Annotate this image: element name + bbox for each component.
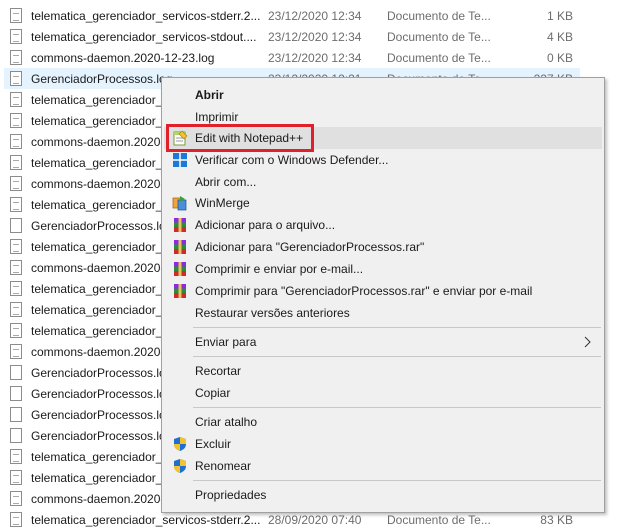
menu-item-windows-defender-label: Verificar com o Windows Defender... — [195, 153, 389, 167]
menu-item-send-to-label: Enviar para — [195, 335, 257, 349]
file-icon — [10, 239, 22, 254]
winrar-icon — [174, 240, 186, 254]
file-type: Documento de Te... — [387, 29, 491, 44]
menu-item-send-to[interactable]: Enviar para — [164, 331, 602, 353]
file-icon — [10, 113, 22, 128]
file-icon — [10, 428, 22, 443]
file-type: Documento de Te... — [387, 50, 491, 65]
winmerge-icon — [172, 196, 187, 211]
menu-item-compress-email[interactable]: Comprimir e enviar por e-mail... — [164, 258, 602, 280]
file-date: 23/12/2020 12:34 — [268, 50, 362, 65]
menu-item-properties[interactable]: Propriedades — [164, 484, 602, 506]
file-icon — [10, 29, 22, 44]
menu-item-add-rar-label: Adicionar para "GerenciadorProcessos.rar… — [195, 240, 425, 254]
file-icon — [10, 197, 22, 212]
menu-separator — [193, 327, 601, 328]
menu-item-winmerge[interactable]: WinMerge — [164, 192, 602, 214]
file-row[interactable]: commons-daemon.2020-12-23.log 23/12/2020 … — [4, 47, 580, 68]
windows-defender-icon — [173, 153, 187, 167]
menu-item-delete-label: Excluir — [195, 437, 232, 451]
file-icon — [10, 134, 22, 149]
menu-item-add-archive-label: Adicionar para o arquivo... — [195, 218, 336, 232]
file-date: 23/12/2020 12:34 — [268, 8, 362, 23]
file-name: telematica_gerenciador_servicos-stderr.2… — [31, 8, 261, 23]
file-row[interactable]: telematica_gerenciador_servicos-stderr.2… — [4, 5, 580, 26]
file-size: 83 KB — [540, 512, 573, 527]
chevron-right-icon — [584, 336, 591, 348]
menu-item-cut-label: Recortar — [195, 364, 242, 378]
file-icon — [10, 218, 22, 233]
file-icon — [10, 8, 22, 23]
menu-item-cut[interactable]: Recortar — [164, 360, 602, 382]
file-icon — [10, 302, 22, 317]
highlight-annotation-box — [166, 124, 314, 152]
file-size: 1 KB — [546, 8, 573, 23]
file-row[interactable]: telematica_gerenciador_servicos-stdout..… — [4, 26, 580, 47]
file-icon — [10, 50, 22, 65]
file-name: telematica_gerenciador_servicos-stdout..… — [31, 29, 257, 44]
file-icon — [10, 176, 22, 191]
menu-item-copy-label: Copiar — [195, 386, 231, 400]
menu-item-open-label: Abrir — [195, 88, 224, 102]
file-size: 4 KB — [546, 29, 573, 44]
menu-item-create-shortcut-label: Criar atalho — [195, 415, 258, 429]
menu-item-restore-versions[interactable]: Restaurar versões anteriores — [164, 302, 602, 324]
menu-separator — [193, 480, 601, 481]
menu-item-add-rar[interactable]: Adicionar para "GerenciadorProcessos.rar… — [164, 236, 602, 258]
menu-item-compress-rar-email[interactable]: Comprimir para "GerenciadorProcessos.rar… — [164, 280, 602, 302]
file-size: 0 KB — [546, 50, 573, 65]
menu-item-print-label: Imprimir — [195, 110, 239, 124]
menu-item-winmerge-label: WinMerge — [195, 196, 250, 210]
file-icon — [10, 323, 22, 338]
menu-item-rename-label: Renomear — [195, 459, 252, 473]
file-icon — [10, 92, 22, 107]
menu-item-compress-rar-email-label: Comprimir para "GerenciadorProcessos.rar… — [195, 284, 533, 298]
file-icon — [10, 386, 22, 401]
menu-item-open-with-label: Abrir com... — [195, 175, 257, 189]
menu-item-windows-defender[interactable]: Verificar com o Windows Defender... — [164, 149, 602, 171]
file-icon — [10, 470, 22, 485]
menu-item-rename[interactable]: Renomear — [164, 455, 602, 477]
menu-item-delete[interactable]: Excluir — [164, 433, 602, 455]
file-date: 23/12/2020 12:34 — [268, 29, 362, 44]
menu-item-add-archive[interactable]: Adicionar para o arquivo... — [164, 214, 602, 236]
file-icon — [10, 449, 22, 464]
file-type: Documento de Te... — [387, 512, 491, 527]
file-icon — [10, 365, 22, 380]
file-icon — [10, 344, 22, 359]
menu-item-properties-label: Propriedades — [195, 488, 267, 502]
menu-item-copy[interactable]: Copiar — [164, 382, 602, 404]
file-icon — [10, 512, 22, 527]
file-icon — [10, 260, 22, 275]
uac-shield-icon — [174, 459, 186, 473]
file-date: 28/09/2020 07:40 — [268, 512, 362, 527]
file-name: commons-daemon.2020-12-23.log — [31, 50, 215, 65]
winrar-icon — [174, 262, 186, 276]
file-name: telematica_gerenciador_servicos-stderr.2… — [31, 512, 261, 527]
menu-item-compress-email-label: Comprimir e enviar por e-mail... — [195, 262, 364, 276]
file-type: Documento de Te... — [387, 8, 491, 23]
uac-shield-icon — [174, 437, 186, 451]
menu-item-open[interactable]: Abrir — [164, 84, 602, 106]
menu-separator — [193, 407, 601, 408]
file-icon — [10, 281, 22, 296]
file-icon — [10, 155, 22, 170]
menu-separator — [193, 356, 601, 357]
file-icon — [10, 407, 22, 422]
winrar-icon — [174, 284, 186, 298]
menu-item-create-shortcut[interactable]: Criar atalho — [164, 411, 602, 433]
menu-item-open-with[interactable]: Abrir com... — [164, 171, 602, 193]
winrar-icon — [174, 218, 186, 232]
menu-item-restore-versions-label: Restaurar versões anteriores — [195, 306, 350, 320]
file-icon — [10, 71, 22, 86]
file-icon — [10, 491, 22, 506]
